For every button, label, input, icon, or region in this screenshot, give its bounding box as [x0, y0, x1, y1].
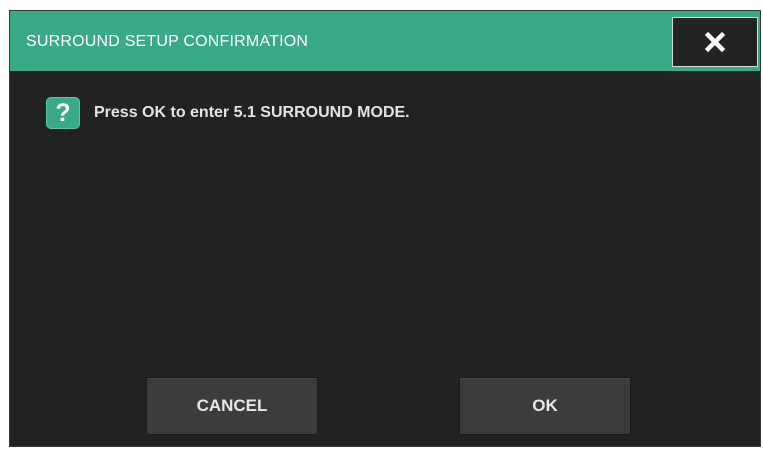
close-icon [704, 31, 726, 53]
surround-setup-dialog: SURROUND SETUP CONFIRMATION ? Press OK t… [9, 10, 761, 447]
dialog-body: ? Press OK to enter 5.1 SURROUND MODE. C… [10, 71, 760, 446]
question-icon: ? [46, 97, 80, 129]
dialog-title: SURROUND SETUP CONFIRMATION [26, 33, 309, 50]
cancel-button[interactable]: CANCEL [146, 377, 318, 435]
close-button[interactable] [672, 17, 758, 67]
dialog-title-bar: SURROUND SETUP CONFIRMATION [10, 11, 760, 71]
message-row: ? Press OK to enter 5.1 SURROUND MODE. [46, 97, 410, 129]
confirmation-message: Press OK to enter 5.1 SURROUND MODE. [94, 104, 410, 121]
ok-button[interactable]: OK [459, 377, 631, 435]
